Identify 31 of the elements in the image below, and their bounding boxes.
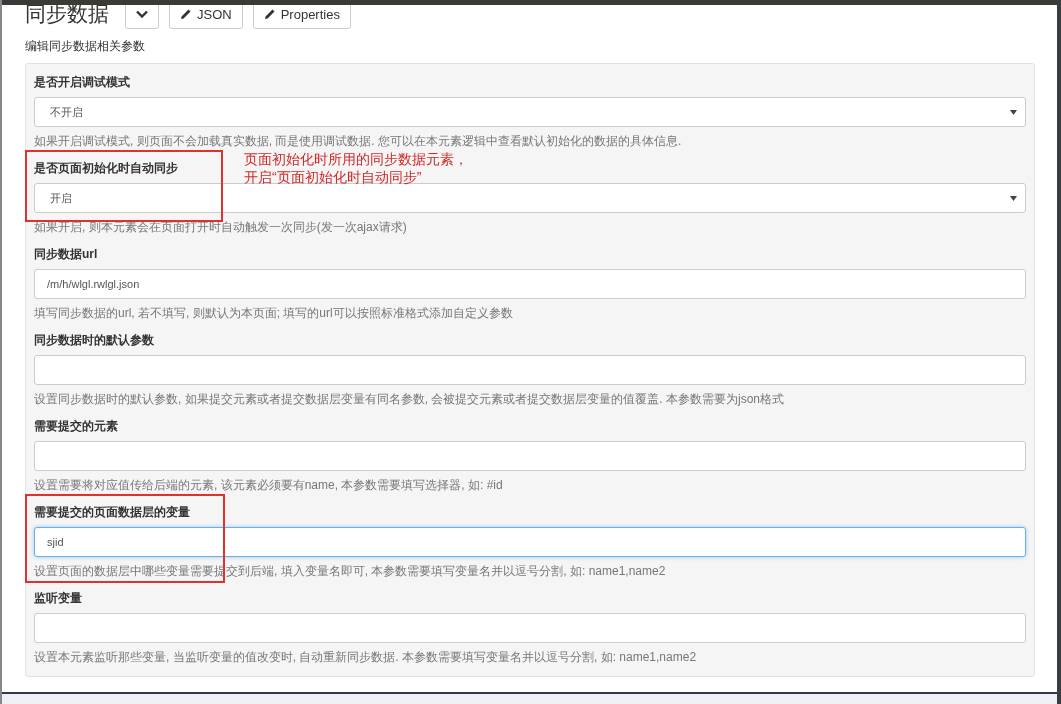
edit-button[interactable]: Properties	[252, 5, 351, 29]
pencil-icon	[263, 8, 276, 20]
field-label: 监听变量	[34, 590, 82, 607]
caret-icon	[136, 10, 148, 18]
help-text: 设置需要将对应值传给后端的元素, 该元素必须要有name, 本参数需要填写选择器, 如: #id	[34, 477, 504, 494]
help-text: 如果开启调试模式, 则页面不会加载真实数据, 而是使用调试数据. 您可以在本元素逻辑中查看默认初始化的数据的具体信息.	[34, 133, 683, 150]
input-field[interactable]: sjid	[34, 527, 1026, 557]
input-field[interactable]: /m/h/wlgl.rwlgl.json	[34, 269, 1026, 299]
page-subtitle: 编辑同步数据相关参数	[25, 38, 146, 55]
help-text: 设置本元素监听那些变量, 当监听变量的值改变时, 自动重新同步数据. 本参数需要填写变量名并以逗号分割, 如: name1,name2	[34, 649, 698, 666]
field-label: 同步数据url	[34, 246, 98, 263]
help-text: 设置同步数据时的默认参数, 如果提交元素或者提交数据层变量有同名参数, 会被提交元素或者提交数据层变量的值覆盖. 本参数需要为json格式	[34, 391, 786, 408]
input-field[interactable]	[34, 441, 1026, 471]
select-value: 开启	[50, 190, 72, 206]
field-label: 是否页面初始化时自动同步	[34, 160, 178, 177]
field-label: 需要提交的元素	[34, 418, 118, 435]
dropdown-arrow-icon	[1010, 109, 1017, 115]
field-label: 需要提交的页面数据层的变量	[34, 504, 190, 521]
input-field[interactable]	[34, 355, 1026, 385]
select-value: 不开启	[50, 104, 83, 120]
annotation-text: 页面初始化时所用的同步数据元素，	[244, 150, 468, 168]
pencil-icon	[180, 8, 192, 20]
help-text: 填写同步数据的url, 若不填写, 则默认为本页面; 填写的url可以按照标准格式添加自定义参数	[34, 305, 514, 322]
dropdown-arrow-icon	[1010, 195, 1017, 201]
input-field[interactable]	[34, 613, 1026, 643]
edit-button[interactable]: JSON	[169, 5, 243, 29]
dropdown-button[interactable]	[125, 5, 159, 29]
field-label: 同步数据时的默认参数	[34, 332, 154, 349]
annotation-text: 开启“页面初始化时自动同步”	[244, 168, 423, 186]
select-field[interactable]: 不开启	[34, 97, 1026, 127]
field-label: 是否开启调试模式	[34, 74, 130, 91]
